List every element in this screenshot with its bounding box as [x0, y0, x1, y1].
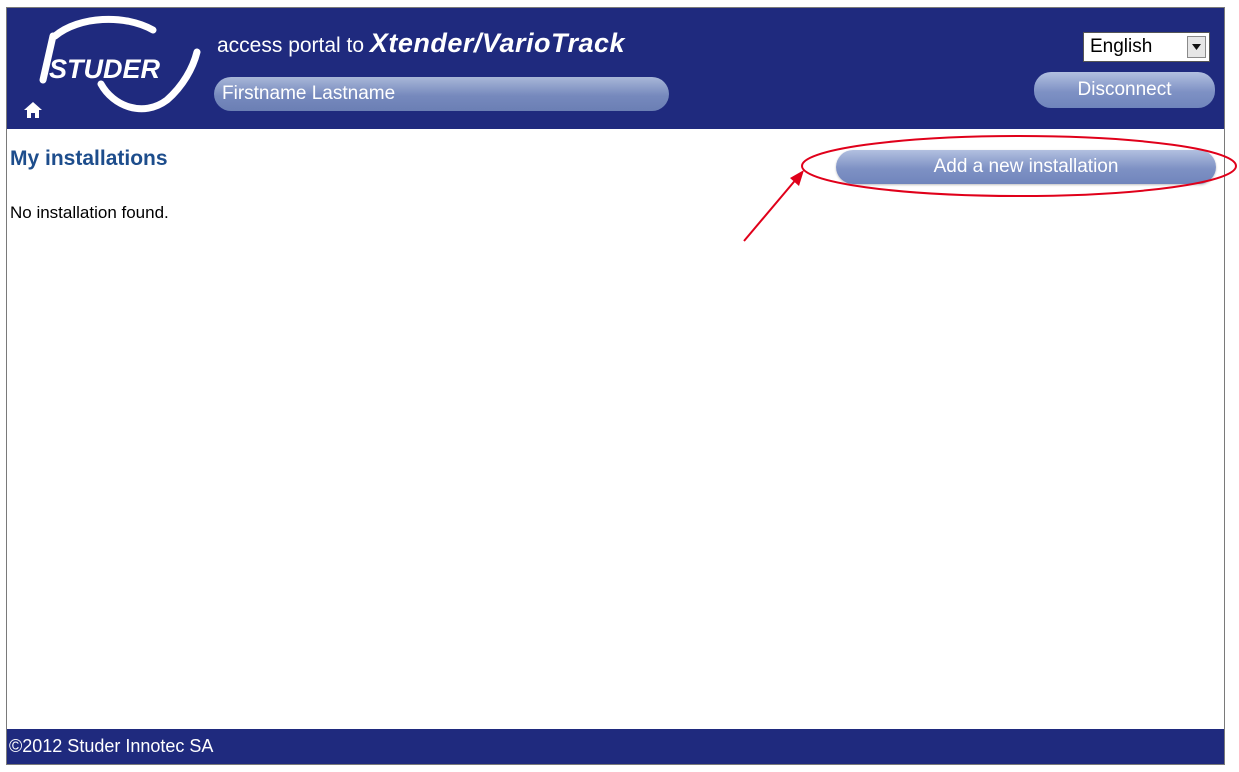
language-select[interactable]: English	[1083, 32, 1210, 62]
studer-logo: STUDER	[17, 12, 207, 124]
svg-text:STUDER: STUDER	[49, 54, 161, 84]
portal-title-prefix: access portal to	[217, 34, 370, 57]
portal-window: STUDER access portal to Xtender/VarioTra…	[6, 7, 1225, 765]
footer-copyright: ©2012 Studer Innotec SA	[7, 729, 1224, 764]
add-installation-button[interactable]: Add a new installation	[836, 150, 1216, 184]
disconnect-button[interactable]: Disconnect	[1034, 72, 1215, 108]
home-icon[interactable]	[23, 100, 43, 120]
portal-title: access portal to Xtender/VarioTrack	[217, 28, 625, 59]
user-name-display: Firstname Lastname	[214, 77, 669, 111]
page-title: My installations	[10, 147, 168, 170]
language-select-value: English	[1090, 36, 1153, 57]
header-bar: STUDER access portal to Xtender/VarioTra…	[7, 8, 1224, 129]
portal-title-brand: Xtender/VarioTrack	[369, 28, 626, 58]
chevron-down-icon[interactable]	[1187, 36, 1206, 58]
empty-state-message: No installation found.	[10, 203, 169, 222]
